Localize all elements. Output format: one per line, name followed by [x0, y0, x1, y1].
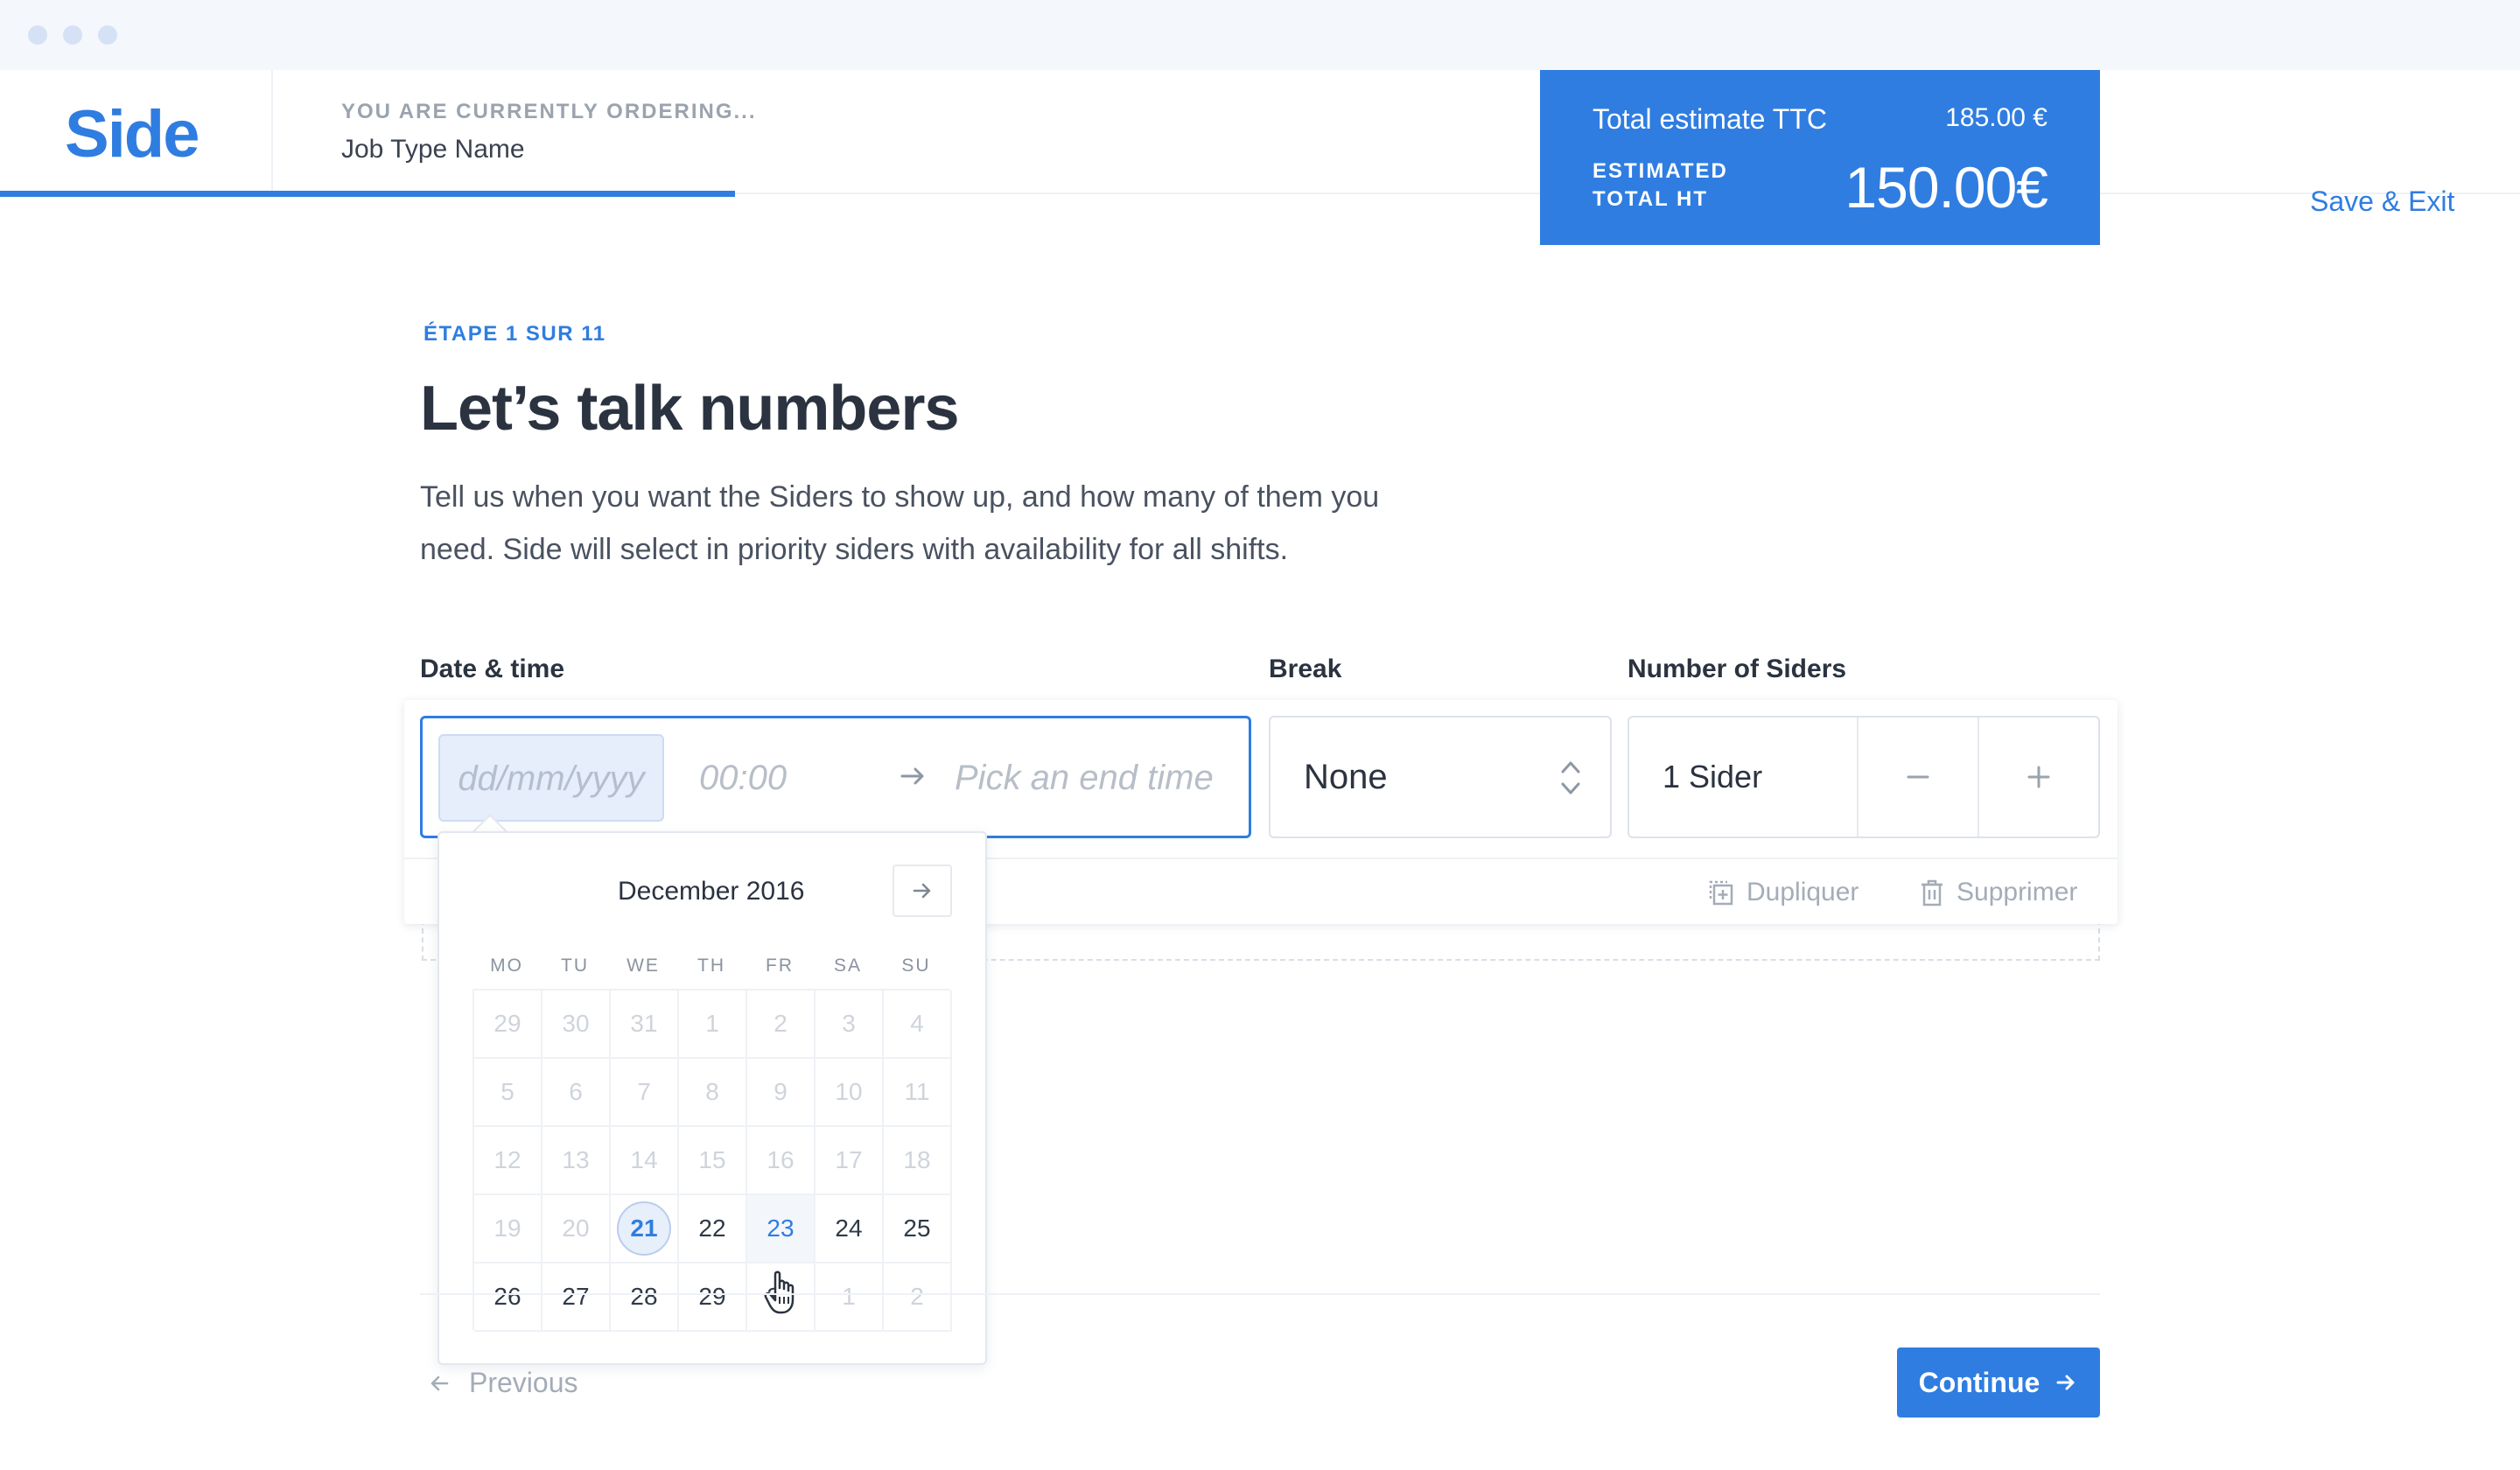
- calendar-day: 31: [611, 990, 679, 1059]
- weekday-label: FR: [766, 956, 794, 976]
- calendar-day: 29: [474, 990, 542, 1059]
- arrow-right-icon: [900, 767, 924, 785]
- calendar-day: 1: [816, 1264, 884, 1332]
- order-progress-bar: [0, 191, 735, 197]
- calendar-day: 14: [611, 1127, 679, 1195]
- calendar-day[interactable]: 26: [474, 1264, 542, 1332]
- calendar-day: 16: [747, 1127, 816, 1195]
- date-placeholder: dd/mm/yyyy: [458, 760, 645, 798]
- window-close-dot[interactable]: [28, 25, 47, 45]
- calendar-day: 11: [884, 1059, 952, 1127]
- calendar-day-today[interactable]: 21: [611, 1195, 679, 1264]
- calendar-day: 19: [474, 1195, 542, 1264]
- arrow-left-icon: [430, 1376, 449, 1390]
- decrement-button[interactable]: [1858, 718, 1978, 836]
- number-of-siders-label: Number of Siders: [1628, 654, 1847, 683]
- continue-label: Continue: [1918, 1366, 2040, 1398]
- estimate-panel: Total estimate TTC 185.00 € ESTIMATED TO…: [1540, 70, 2100, 245]
- calendar-grid: 29 30 31 1 2 3 4 5 6 7 8 9 10 11 12 13 14 15 16 17 18 19 20 21 2…: [472, 989, 952, 1332]
- calendar-day: 4: [884, 990, 952, 1059]
- estimate-ht-label: ESTIMATED TOTAL HT: [1592, 159, 1728, 211]
- delete-label: Supprimer: [1956, 878, 2078, 906]
- calendar-day: 7: [611, 1059, 679, 1127]
- side-logo[interactable]: Side: [65, 96, 200, 172]
- calendar-month-title: December 2016: [618, 877, 805, 906]
- save-exit-link[interactable]: Save & Exit: [2310, 186, 2454, 218]
- calendar-day[interactable]: 22: [679, 1195, 747, 1264]
- weekday-label: TU: [561, 956, 589, 976]
- calendar-day: 13: [542, 1127, 611, 1195]
- calendar-day: 30: [542, 990, 611, 1059]
- siders-count: 1 Sider: [1662, 759, 1763, 794]
- calendar-day: 6: [542, 1059, 611, 1127]
- calendar-day: 17: [816, 1127, 884, 1195]
- continue-button[interactable]: Continue: [1897, 1348, 2100, 1418]
- date-time-label: Date & time: [420, 654, 565, 683]
- date-picker-popover: December 2016 MO TU WE TH FR SA SU 29 30 31 1 2 3 4 5…: [438, 831, 987, 1365]
- arrow-right-icon: [913, 883, 931, 899]
- estimate-ttc-value: 185.00 €: [1945, 103, 2048, 132]
- footer-divider: [420, 1293, 2100, 1295]
- estimate-ht-value: 150.00€: [1844, 155, 2048, 220]
- break-select[interactable]: None: [1269, 716, 1612, 838]
- delete-button[interactable]: Supprimer: [1918, 873, 2077, 912]
- calendar-day[interactable]: 25: [884, 1195, 952, 1264]
- minus-icon: [1907, 775, 1929, 779]
- page-description: Tell us when you want the Siders to show…: [420, 480, 1380, 566]
- calendar-day[interactable]: 28: [611, 1264, 679, 1332]
- calendar-day: 10: [816, 1059, 884, 1127]
- date-input[interactable]: dd/mm/yyyy: [438, 734, 664, 822]
- end-time-input[interactable]: Pick an end time: [955, 718, 1214, 837]
- header-divider: [271, 70, 273, 194]
- estimate-ttc-label: Total estimate TTC: [1592, 103, 1827, 135]
- page-title: Let’s talk numbers: [420, 374, 960, 444]
- calendar-day: 18: [884, 1127, 952, 1195]
- previous-label: Previous: [469, 1367, 578, 1398]
- duplicate-label: Dupliquer: [1746, 878, 1859, 906]
- window-chrome: [0, 0, 2520, 70]
- weekday-label: WE: [626, 956, 660, 976]
- calendar-day: 2: [884, 1264, 952, 1332]
- calendar-day[interactable]: 23: [747, 1195, 816, 1264]
- break-label: Break: [1269, 654, 1342, 683]
- calendar-day[interactable]: 29: [679, 1264, 747, 1332]
- weekday-label: SA: [833, 956, 862, 976]
- arrow-right-icon: [2056, 1375, 2075, 1390]
- window-zoom-dot[interactable]: [98, 25, 117, 45]
- calendar-day: 5: [474, 1059, 542, 1127]
- step-indicator: ÉTAPE 1 SUR 11: [424, 322, 606, 346]
- top-header: Side YOU ARE CURRENTLY ORDERING... Job T…: [0, 70, 2520, 217]
- previous-button[interactable]: Previous: [427, 1367, 578, 1399]
- trash-icon: [1922, 879, 1942, 906]
- calendar-day: 1: [679, 990, 747, 1059]
- window-minimize-dot[interactable]: [63, 25, 82, 45]
- duplicate-icon: [1709, 880, 1733, 906]
- calendar-day[interactable]: 24: [816, 1195, 884, 1264]
- calendar-day: 9: [747, 1059, 816, 1127]
- duplicate-button[interactable]: Dupliquer: [1706, 873, 1858, 912]
- calendar-day: 8: [679, 1059, 747, 1127]
- calendar-day: 15: [679, 1127, 747, 1195]
- weekday-label: MO: [490, 956, 523, 976]
- calendar-day: 2: [747, 990, 816, 1059]
- calendar-day: 12: [474, 1127, 542, 1195]
- break-value: None: [1304, 758, 1388, 796]
- today-marker: 21: [617, 1201, 671, 1256]
- job-type-name: Job Type Name: [341, 135, 525, 164]
- weekday-label: SU: [901, 956, 931, 976]
- calendar-day: 20: [542, 1195, 611, 1264]
- increment-button[interactable]: [1979, 718, 2098, 836]
- plus-icon: [2027, 766, 2050, 788]
- next-month-button[interactable]: [892, 864, 952, 917]
- date-time-field[interactable]: dd/mm/yyyy 00:00 Pick an end time: [420, 716, 1251, 838]
- select-updown-icon: [1561, 761, 1580, 794]
- weekday-label: TH: [697, 956, 725, 976]
- siders-stepper[interactable]: 1 Sider: [1628, 716, 2100, 838]
- calendar-day[interactable]: 27: [542, 1264, 611, 1332]
- start-time-input[interactable]: 00:00: [699, 718, 787, 837]
- ordering-caption: YOU ARE CURRENTLY ORDERING...: [341, 100, 757, 123]
- calendar-day: 3: [816, 990, 884, 1059]
